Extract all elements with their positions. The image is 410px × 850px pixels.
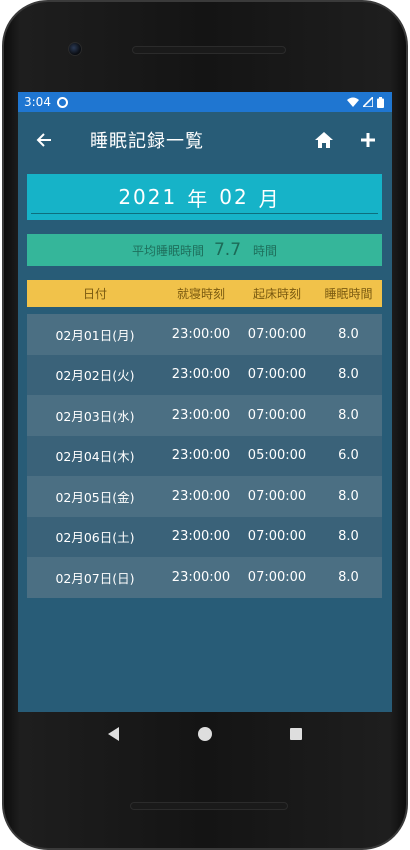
sleep-record-list: 02月01日(月) 23:00:00 07:00:00 8.0 02月02日(火…	[27, 314, 382, 598]
page-title: 睡眠記録一覧	[90, 131, 204, 152]
month-underline	[31, 213, 378, 214]
row-bedtime: 23:00:00	[171, 367, 231, 383]
row-date: 02月07日(日)	[55, 570, 135, 586]
table-row[interactable]: 02月02日(火) 23:00:00 07:00:00 8.0	[27, 354, 382, 395]
signal-icon	[363, 97, 373, 107]
table-row[interactable]: 02月06日(土) 23:00:00 07:00:00 8.0	[27, 516, 382, 557]
month-unit: 月	[258, 186, 281, 211]
row-waketime: 07:00:00	[247, 488, 307, 504]
table-row[interactable]: 02月07日(日) 23:00:00 07:00:00 8.0	[27, 557, 382, 598]
row-bedtime: 23:00:00	[171, 488, 231, 504]
row-waketime: 07:00:00	[247, 569, 307, 585]
row-date: 02月06日(土)	[55, 530, 135, 546]
month-value: 02	[219, 185, 249, 209]
row-sleep: 8.0	[338, 569, 359, 585]
row-date: 02月02日(火)	[55, 368, 135, 384]
table-row[interactable]: 02月03日(水) 23:00:00 07:00:00 8.0	[27, 395, 382, 436]
app-bar: 睡眠記録一覧	[18, 112, 392, 168]
row-sleep: 8.0	[338, 407, 359, 423]
bottom-speaker	[130, 802, 288, 810]
row-date: 02月05日(金)	[55, 489, 135, 505]
row-sleep: 8.0	[338, 488, 359, 504]
front-camera	[68, 42, 82, 56]
status-icons	[347, 96, 384, 108]
table-row[interactable]: 02月05日(金) 23:00:00 07:00:00 8.0	[27, 476, 382, 517]
row-waketime: 07:00:00	[247, 326, 307, 342]
battery-icon	[377, 96, 384, 108]
header-waketime: 起床時刻	[252, 287, 301, 301]
system-nav-bar	[18, 712, 392, 756]
row-sleep: 6.0	[338, 448, 359, 464]
row-bedtime: 23:00:00	[171, 569, 231, 585]
row-bedtime: 23:00:00	[171, 407, 231, 423]
back-button[interactable]	[26, 122, 62, 158]
average-value: 7.7	[213, 240, 242, 260]
average-label: 平均睡眠時間	[131, 243, 204, 258]
nav-recents-icon	[290, 728, 303, 740]
top-speaker	[132, 46, 286, 54]
home-button[interactable]	[312, 128, 336, 152]
row-waketime: 07:00:00	[247, 367, 307, 383]
nav-back-icon	[108, 727, 120, 741]
appbar-actions	[312, 128, 384, 152]
row-sleep: 8.0	[338, 326, 359, 342]
nav-home-button[interactable]	[195, 724, 215, 744]
add-button[interactable]	[356, 128, 380, 152]
status-bar: 3:04	[18, 92, 392, 112]
nav-back-button[interactable]	[104, 724, 124, 744]
table-row[interactable]: 02月04日(木) 23:00:00 05:00:00 6.0	[27, 435, 382, 476]
year-unit: 年	[187, 186, 210, 211]
row-sleep: 8.0	[338, 529, 359, 545]
nav-recents-button[interactable]	[286, 724, 306, 744]
app-screen: 3:04 睡眠記録一覧 2021 年 02 月 平均睡眠時間 7.7 時間 日付…	[18, 92, 392, 712]
row-waketime: 05:00:00	[247, 448, 307, 464]
row-date: 02月04日(木)	[55, 449, 135, 465]
home-icon	[315, 132, 333, 148]
row-bedtime: 23:00:00	[171, 448, 231, 464]
notification-icon	[56, 96, 68, 108]
row-waketime: 07:00:00	[247, 529, 307, 545]
year-value: 2021	[118, 185, 178, 209]
wifi-icon	[347, 97, 359, 107]
row-date: 02月01日(月)	[55, 327, 135, 343]
header-date: 日付	[82, 287, 107, 301]
header-bedtime: 就寝時刻	[176, 287, 225, 301]
header-sleep: 睡眠時間	[324, 287, 373, 301]
table-header: 日付 就寝時刻 起床時刻 睡眠時間	[27, 280, 382, 307]
average-unit: 時間	[253, 243, 278, 258]
status-time: 3:04	[24, 95, 51, 109]
row-bedtime: 23:00:00	[171, 326, 231, 342]
nav-home-icon	[197, 727, 212, 741]
arrow-back-icon	[36, 133, 51, 147]
row-date: 02月03日(水)	[55, 408, 135, 424]
average-sleep-box: 平均睡眠時間 7.7 時間	[27, 234, 382, 266]
row-bedtime: 23:00:00	[171, 529, 231, 545]
plus-icon	[361, 133, 375, 147]
month-selector[interactable]: 2021 年 02 月	[27, 174, 382, 220]
row-waketime: 07:00:00	[247, 407, 307, 423]
row-sleep: 8.0	[338, 367, 359, 383]
table-row[interactable]: 02月01日(月) 23:00:00 07:00:00 8.0	[27, 314, 382, 355]
